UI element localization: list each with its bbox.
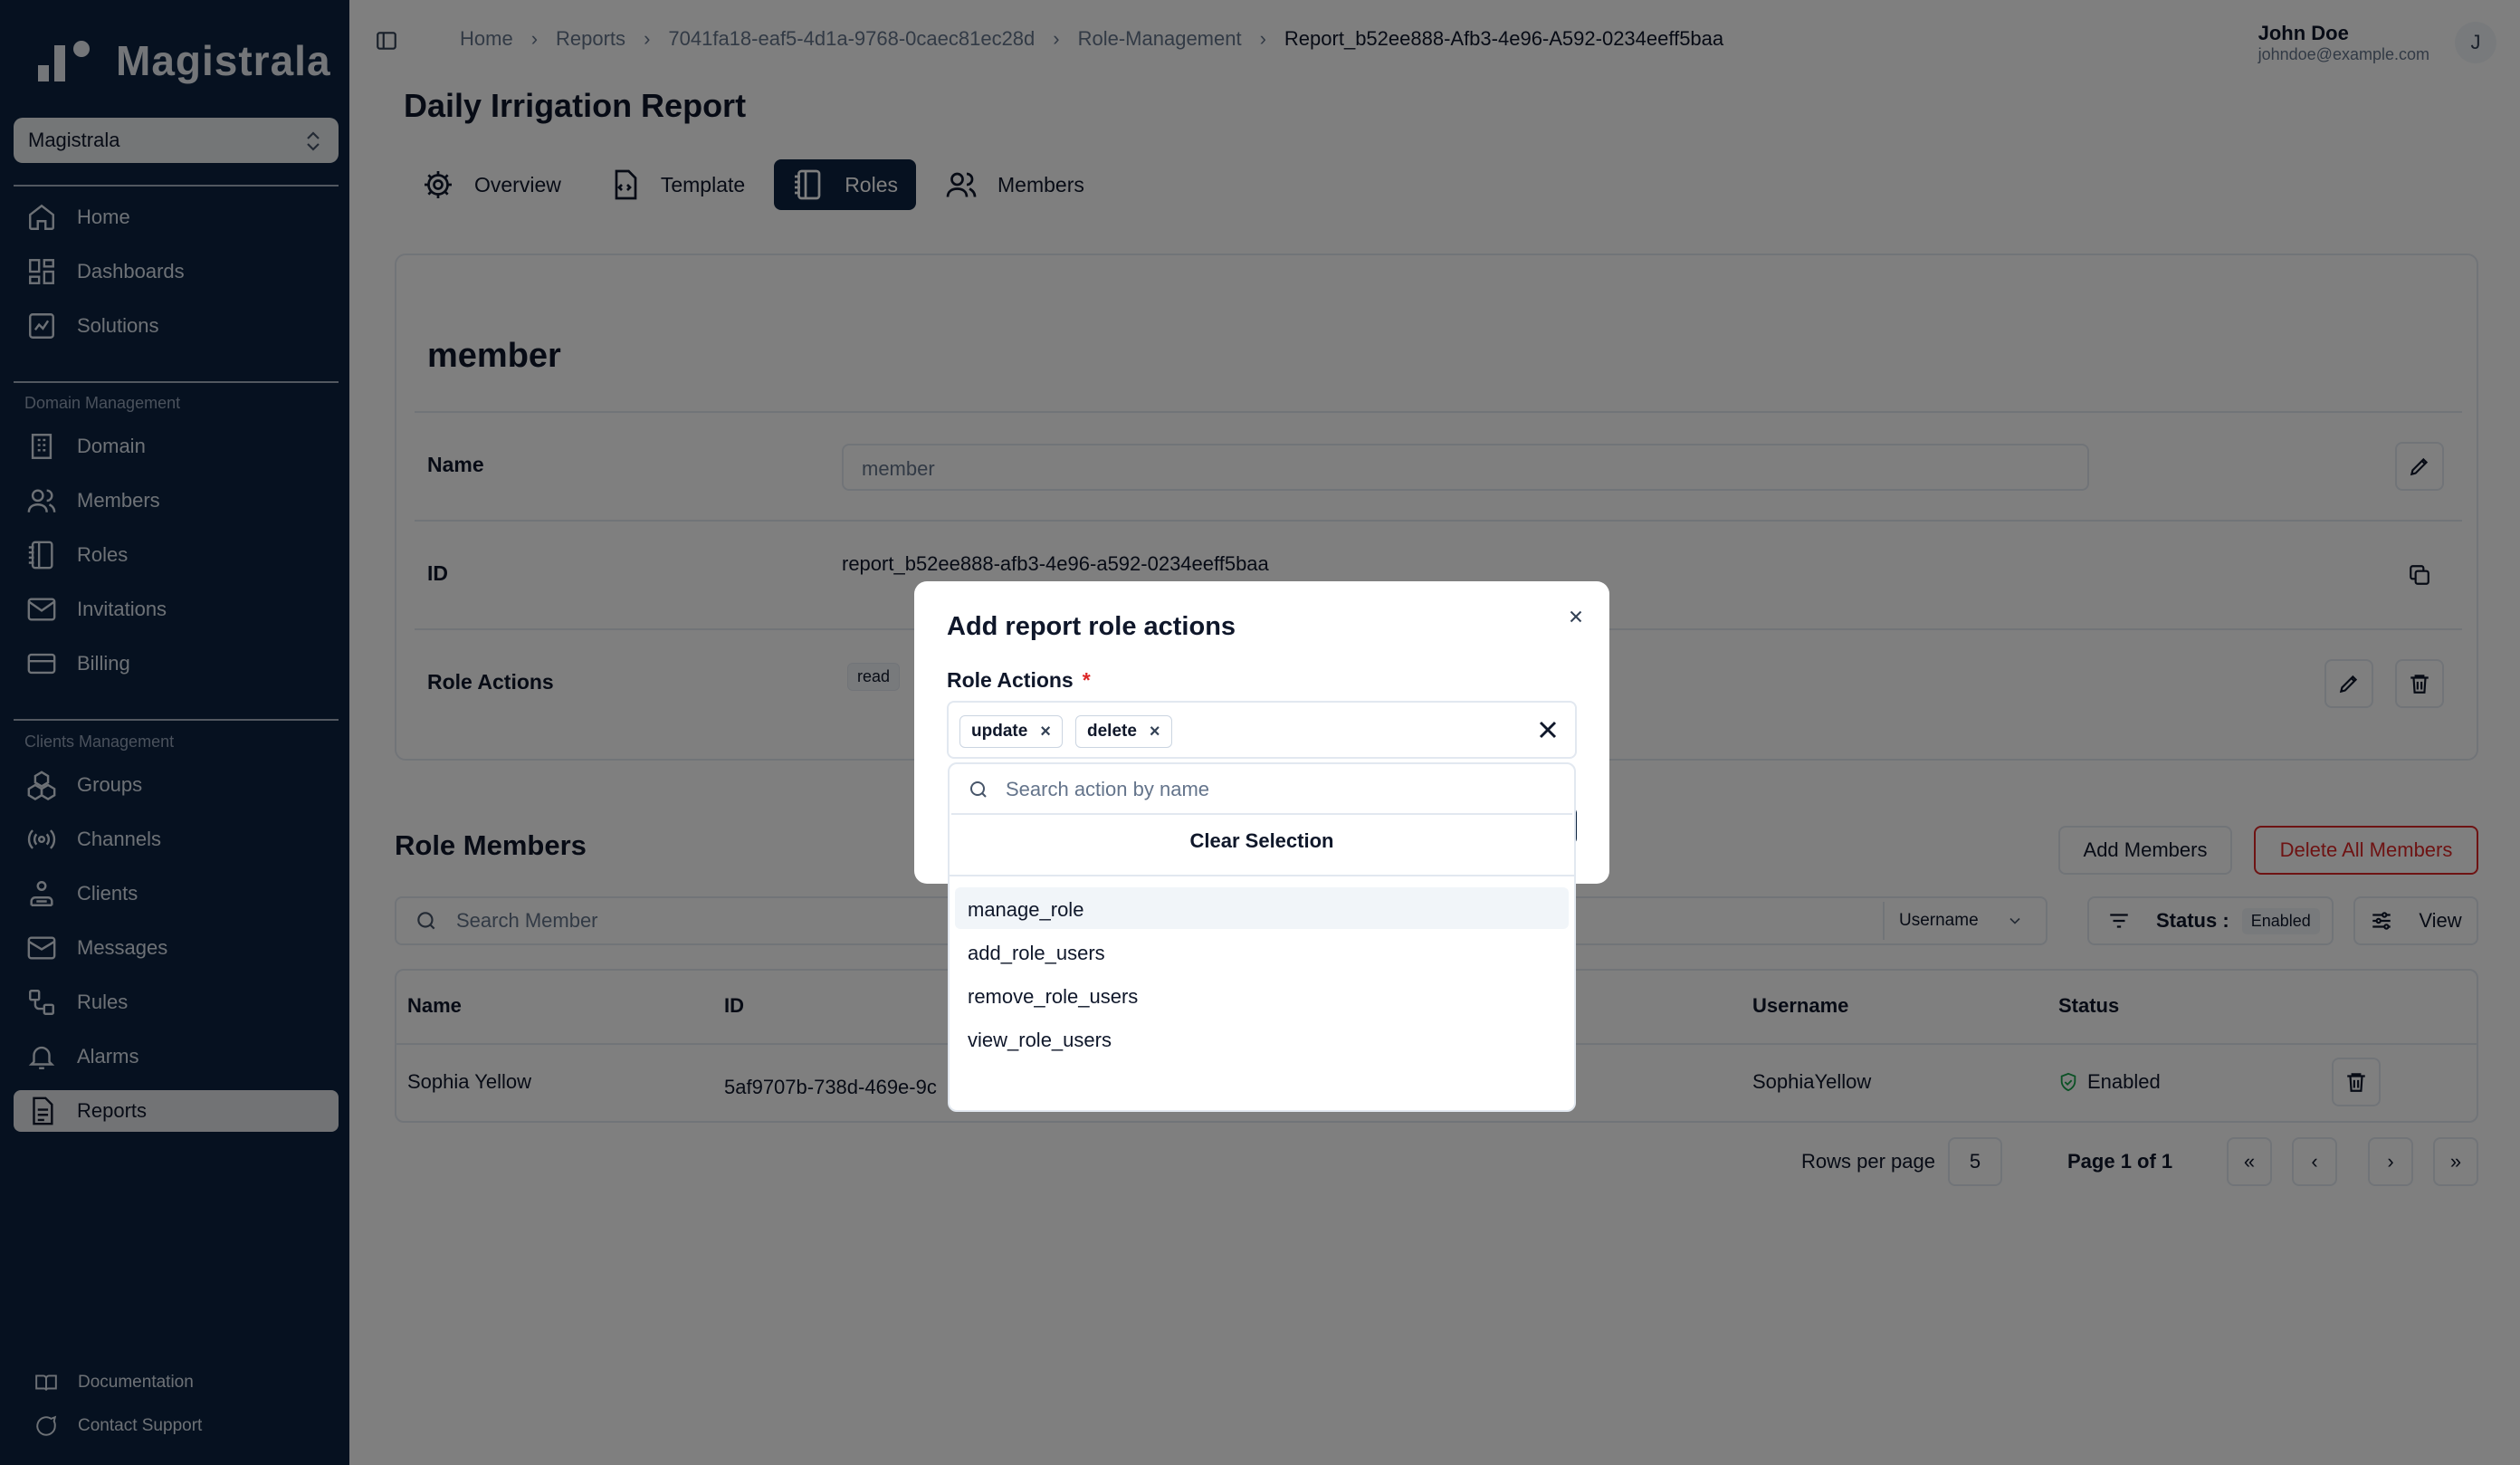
- role-actions-field-label: Role Actions *: [947, 668, 1091, 693]
- remove-tag-icon[interactable]: ×: [1040, 722, 1051, 742]
- close-icon[interactable]: [1566, 607, 1586, 627]
- role-actions-multiselect[interactable]: update × delete ×: [947, 701, 1577, 759]
- option-manage-role[interactable]: manage_role: [955, 887, 1569, 929]
- field-label-text: Role Actions: [947, 668, 1074, 692]
- option-add-role-users[interactable]: add_role_users: [955, 931, 1569, 972]
- dropdown-divider: [950, 875, 1574, 876]
- dialog-title: Add report role actions: [947, 612, 1236, 641]
- required-mark: *: [1082, 668, 1091, 692]
- option-remove-role-users[interactable]: remove_role_users: [955, 974, 1569, 1016]
- remove-tag-icon[interactable]: ×: [1150, 722, 1160, 742]
- option-view-role-users[interactable]: view_role_users: [955, 1018, 1569, 1059]
- clear-all-icon[interactable]: [1533, 715, 1562, 744]
- selected-tag-update: update ×: [959, 715, 1063, 748]
- role-actions-dropdown: Search action by name Clear Selection ma…: [948, 762, 1576, 1112]
- tag-label: delete: [1087, 722, 1137, 741]
- search-icon: [970, 781, 987, 798]
- tag-label: update: [971, 722, 1028, 741]
- clear-selection-button[interactable]: Clear Selection: [950, 829, 1574, 853]
- action-search-input[interactable]: Search action by name: [1006, 778, 1209, 801]
- action-search: Search action by name: [951, 766, 1572, 815]
- selected-tag-delete: delete ×: [1075, 715, 1172, 748]
